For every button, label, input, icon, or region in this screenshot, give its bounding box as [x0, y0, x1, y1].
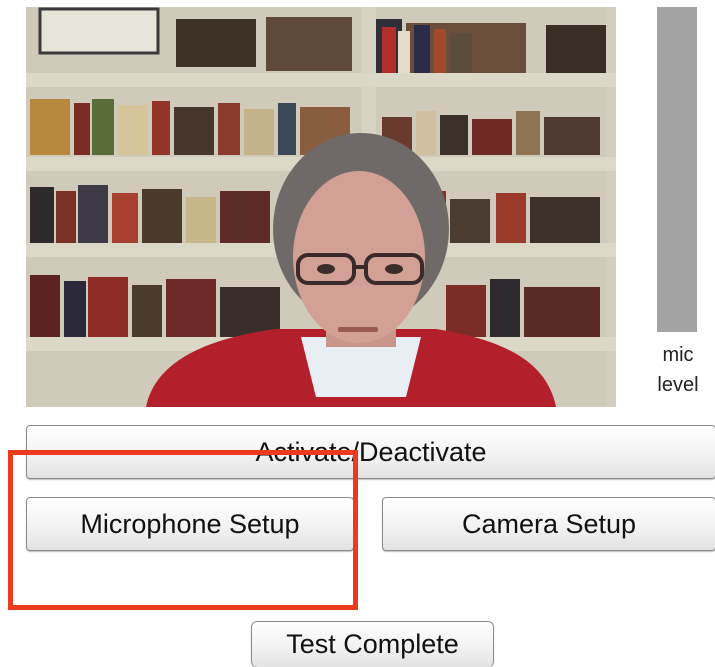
mic-level-meter — [657, 7, 697, 332]
camera-setup-button[interactable]: Camera Setup — [382, 497, 715, 551]
test-complete-button[interactable]: Test Complete — [251, 621, 494, 667]
activate-deactivate-button[interactable]: Activate/Deactivate — [26, 425, 715, 479]
microphone-setup-button[interactable]: Microphone Setup — [26, 497, 354, 551]
mic-level-label: mic level — [657, 344, 699, 396]
webcam-preview — [26, 7, 616, 407]
webcam-frame-image — [26, 7, 616, 407]
